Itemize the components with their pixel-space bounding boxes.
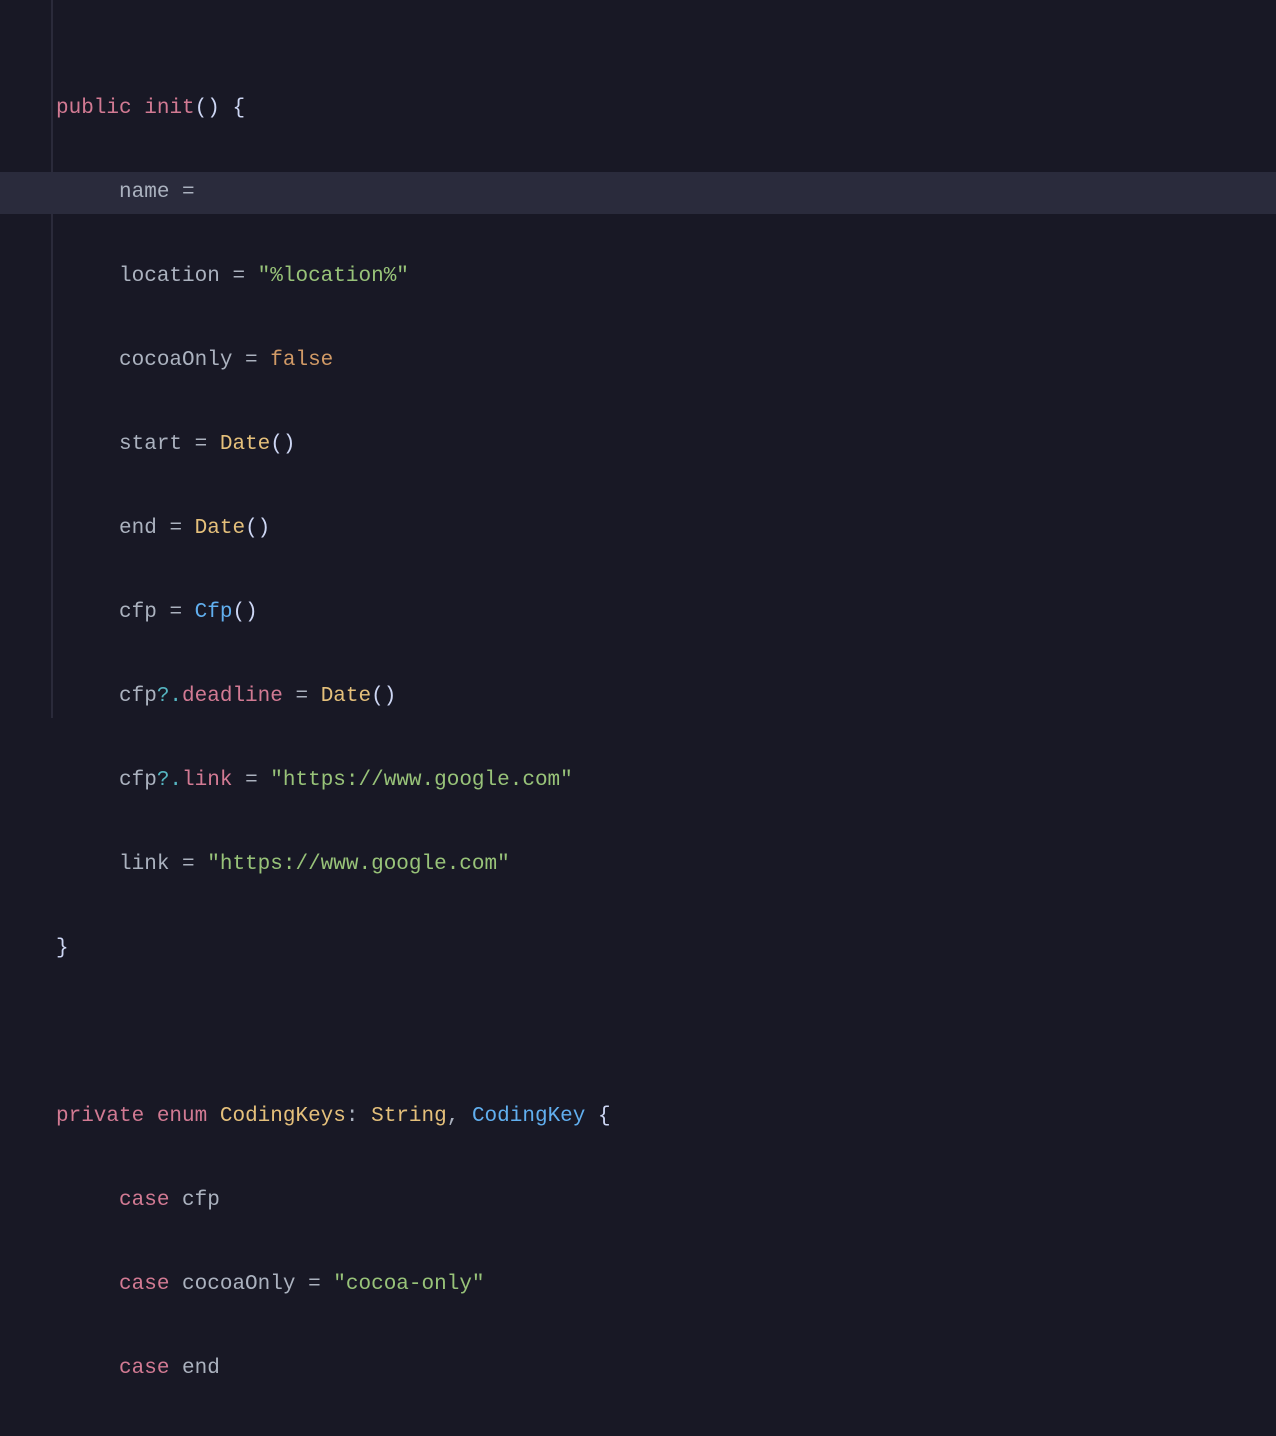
parens: () [371,685,396,708]
code-line[interactable]: case link [56,1432,1276,1436]
parens: () [245,517,270,540]
brace-close: } [56,937,69,960]
code-line[interactable]: case cocoaOnly = "cocoa-only" [56,1264,1276,1306]
property: deadline [182,685,283,708]
case-name: cfp [182,1189,220,1212]
case-name: end [182,1357,220,1380]
code-line[interactable]: } [56,928,1276,970]
identifier: name [119,181,169,204]
code-line[interactable]: end = Date() [56,508,1276,550]
identifier: cfp [119,685,157,708]
identifier: cfp [119,769,157,792]
code-line[interactable]: location = "%location%" [56,256,1276,298]
gutter-line [51,0,53,718]
parens: () [195,97,220,120]
optional-chain: ?. [157,685,182,708]
type-name: String [371,1105,447,1128]
code-line[interactable]: private enum CodingKeys: String, CodingK… [56,1096,1276,1138]
equals: = [182,853,195,876]
code-line[interactable]: link = "https://www.google.com" [56,844,1276,886]
type-name: Date [220,433,270,456]
equals: = [195,433,208,456]
keyword-enum: enum [157,1105,207,1128]
keyword-public: public [56,97,132,120]
code-line[interactable]: cfp?.deadline = Date() [56,676,1276,718]
identifier: cfp [119,601,157,624]
keyword-case: case [119,1189,169,1212]
protocol-name: CodingKey [472,1105,585,1128]
code-line-active[interactable]: name = [0,172,1276,214]
code-line[interactable]: cfp = Cfp() [56,592,1276,634]
parens: () [232,601,257,624]
code-line[interactable]: start = Date() [56,424,1276,466]
keyword-private: private [56,1105,144,1128]
string-literal: "cocoa-only" [333,1273,484,1296]
equals: = [245,769,258,792]
keyword-init: init [144,97,194,120]
type-name: Date [321,685,371,708]
equals: = [245,349,258,372]
type-name: Date [195,517,245,540]
enum-name: CodingKeys [220,1105,346,1128]
code-line-blank[interactable] [56,1012,1276,1054]
parens: () [270,433,295,456]
colon: : [346,1105,359,1128]
equals: = [295,685,308,708]
equals: = [308,1273,321,1296]
equals: = [169,601,182,624]
comma: , [447,1105,460,1128]
identifier: location [119,265,220,288]
equals: = [182,181,195,204]
class-name: Cfp [195,601,233,624]
boolean-literal: false [270,349,333,372]
code-editor[interactable]: public init() { name = location = "%loca… [0,0,1276,1436]
code-line[interactable]: public init() { [56,88,1276,130]
string-literal: "%location%" [258,265,409,288]
keyword-case: case [119,1273,169,1296]
identifier: cocoaOnly [119,349,232,372]
code-line[interactable]: cfp?.link = "https://www.google.com" [56,760,1276,802]
identifier: link [119,853,169,876]
keyword-case: case [119,1357,169,1380]
case-name: cocoaOnly [182,1273,295,1296]
code-line[interactable]: case cfp [56,1180,1276,1222]
code-line[interactable]: cocoaOnly = false [56,340,1276,382]
string-literal: "https://www.google.com" [270,769,572,792]
equals: = [169,517,182,540]
identifier: end [119,517,157,540]
property: link [182,769,232,792]
code-line[interactable]: case end [56,1348,1276,1390]
brace-open: { [232,97,245,120]
optional-chain: ?. [157,769,182,792]
string-literal: "https://www.google.com" [207,853,509,876]
brace-open: { [598,1105,611,1128]
equals: = [232,265,245,288]
identifier: start [119,433,182,456]
